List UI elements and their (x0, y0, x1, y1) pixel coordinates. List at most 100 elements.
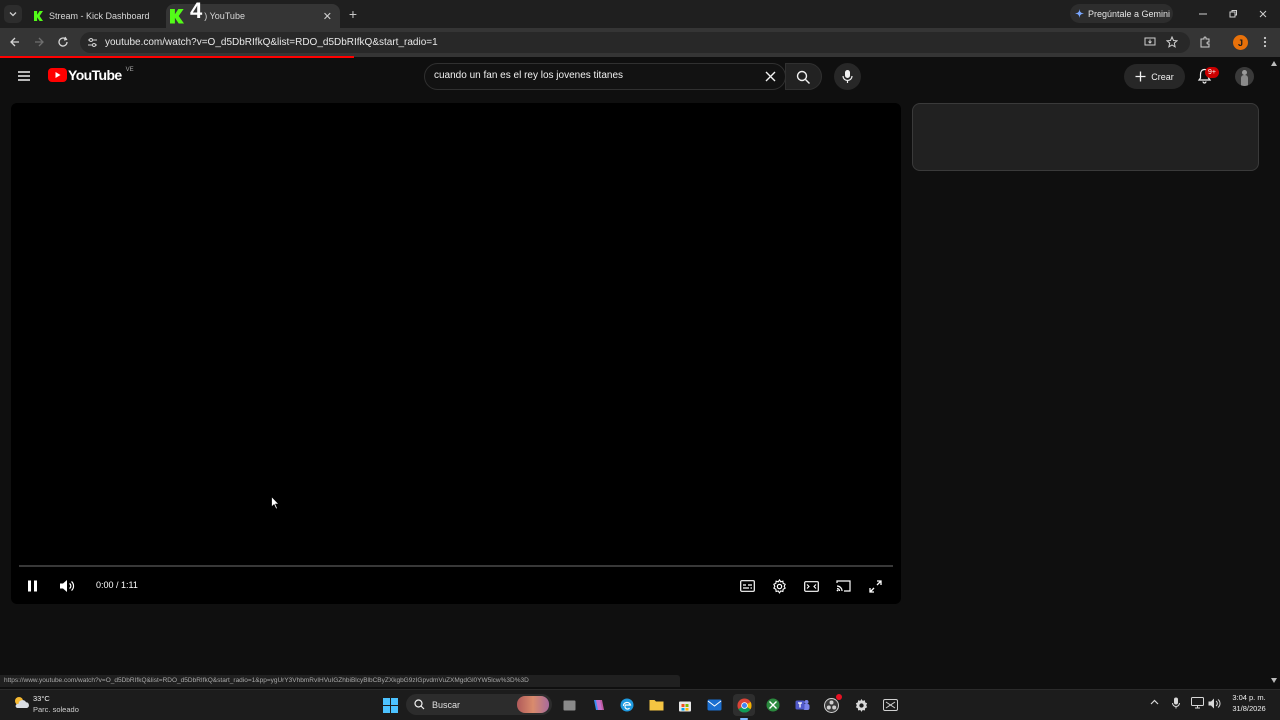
tab-search-chevron-icon[interactable] (4, 5, 22, 23)
overlay-number: 4 (190, 0, 203, 23)
weather-text: Parc. soleado (33, 705, 79, 714)
microphone-icon (842, 70, 853, 83)
teams-app[interactable] (791, 694, 813, 716)
voice-search-button[interactable] (834, 63, 861, 90)
temperature: 33°C (33, 694, 50, 703)
search-input[interactable]: cuando un fan es el rey los jovenes tita… (434, 70, 623, 81)
theater-mode-button[interactable] (800, 576, 822, 596)
windows-logo-icon (382, 697, 398, 713)
youtube-play-logo-icon (48, 68, 67, 82)
exit-fullscreen-button[interactable] (864, 576, 886, 596)
mail-icon (707, 699, 721, 711)
search-button[interactable] (785, 63, 822, 90)
copilot-icon (594, 700, 604, 710)
chrome-app[interactable] (733, 694, 755, 720)
forward-arrow-icon[interactable] (30, 33, 48, 51)
tab-kick-dashboard[interactable]: Stream - Kick Dashboard (26, 4, 166, 28)
scroll-down-arrow-icon[interactable] (1271, 678, 1277, 683)
kick-favicon-icon (34, 11, 43, 21)
tab-title: Stream - Kick Dashboard (49, 11, 150, 21)
time-display: 0:00 / 1:11 (96, 580, 138, 590)
xbox-icon (766, 698, 780, 712)
reload-icon[interactable] (54, 33, 72, 51)
partly-sunny-icon (15, 697, 29, 708)
teams-icon (795, 700, 809, 710)
kick-overlay-logo-icon (170, 8, 184, 24)
create-button[interactable]: Crear (1124, 64, 1185, 89)
obs-app[interactable] (820, 694, 842, 716)
mail-app[interactable] (703, 694, 725, 716)
guide-menu-icon[interactable] (15, 67, 33, 85)
theater-mode-icon (803, 580, 819, 592)
captions-icon (739, 580, 755, 592)
xbox-app[interactable] (762, 694, 784, 716)
copilot-app[interactable] (587, 694, 609, 716)
minimize-button[interactable] (1188, 0, 1218, 28)
task-view-icon (563, 700, 575, 710)
store-app[interactable] (674, 694, 696, 716)
youtube-logo[interactable]: YouTube VE (48, 67, 134, 83)
display-tray-icon[interactable] (1191, 697, 1204, 709)
task-view-button[interactable] (558, 694, 580, 716)
back-arrow-icon[interactable] (6, 33, 24, 51)
page-scrollbar[interactable] (1268, 58, 1280, 688)
scroll-up-arrow-icon[interactable] (1271, 61, 1277, 66)
extensions-puzzle-icon[interactable] (1196, 33, 1214, 51)
windows-taskbar (0, 689, 1280, 720)
new-tab-plus-icon[interactable]: + (344, 5, 362, 23)
video-progress-bar[interactable] (19, 565, 893, 567)
pause-button[interactable] (21, 576, 43, 596)
restore-button[interactable] (1218, 0, 1248, 28)
settings-button[interactable] (768, 576, 790, 596)
volume-button[interactable] (56, 576, 78, 596)
mouse-cursor-icon (271, 496, 280, 510)
profile-avatar[interactable]: J (1233, 35, 1248, 50)
tab-title: ) YouTube (204, 11, 245, 21)
install-app-icon[interactable] (1141, 33, 1159, 51)
taskbar-search-label: Buscar (432, 699, 461, 710)
close-window-button[interactable] (1248, 0, 1278, 28)
clock-date[interactable]: 31/8/2026 (1228, 704, 1270, 713)
subtitles-button[interactable] (736, 576, 758, 596)
search-icon (414, 699, 425, 710)
tray-overflow-chevron-icon[interactable] (1150, 699, 1159, 705)
account-avatar[interactable] (1235, 67, 1254, 86)
tab-youtube[interactable]: 4 ) YouTube ✕ (166, 0, 340, 28)
region-code: VE (125, 67, 134, 73)
page-load-progress (0, 56, 354, 58)
folder-icon (649, 700, 663, 711)
store-bag-icon (679, 701, 691, 712)
taskbar-search[interactable]: Buscar (406, 694, 552, 715)
site-info-icon[interactable] (83, 33, 101, 51)
browser-menu-icon[interactable] (1256, 33, 1274, 51)
volume-tray-icon[interactable] (1208, 698, 1221, 709)
clear-search-icon[interactable] (761, 67, 779, 85)
microphone-tray-icon[interactable] (1172, 697, 1180, 709)
gemini-button[interactable]: Pregúntale a Gemini (1070, 4, 1173, 23)
snipping-tool-app[interactable] (879, 694, 901, 716)
edge-app[interactable] (616, 694, 638, 716)
gear-icon (855, 698, 867, 712)
settings-app[interactable] (850, 694, 872, 716)
snipping-tool-icon (882, 699, 898, 711)
weather-widget[interactable] (12, 695, 30, 709)
tab-close-icon[interactable]: ✕ (323, 10, 332, 23)
bookmark-star-icon[interactable] (1163, 33, 1181, 51)
gemini-sparkle-icon (1075, 9, 1084, 18)
youtube-logo-text: YouTube (68, 67, 122, 83)
cast-button[interactable] (832, 576, 854, 596)
search-highlight-image (517, 696, 549, 713)
volume-icon (60, 580, 75, 592)
plus-icon (1135, 71, 1146, 82)
start-button[interactable] (379, 694, 401, 716)
clock-time[interactable]: 3:04 p. m. (1228, 693, 1270, 702)
file-explorer-app[interactable] (645, 694, 667, 716)
search-icon (796, 70, 810, 84)
url-text[interactable]: youtube.com/watch?v=O_d5DbRIfkQ&list=RDO… (105, 37, 438, 48)
gemini-label: Pregúntale a Gemini (1088, 8, 1171, 19)
link-preview-status: https://www.youtube.com/watch?v=O_d5DbRI… (0, 675, 680, 687)
create-label: Crear (1151, 71, 1174, 82)
edge-icon (620, 698, 634, 712)
chrome-icon (736, 697, 752, 713)
video-player[interactable] (11, 103, 901, 604)
